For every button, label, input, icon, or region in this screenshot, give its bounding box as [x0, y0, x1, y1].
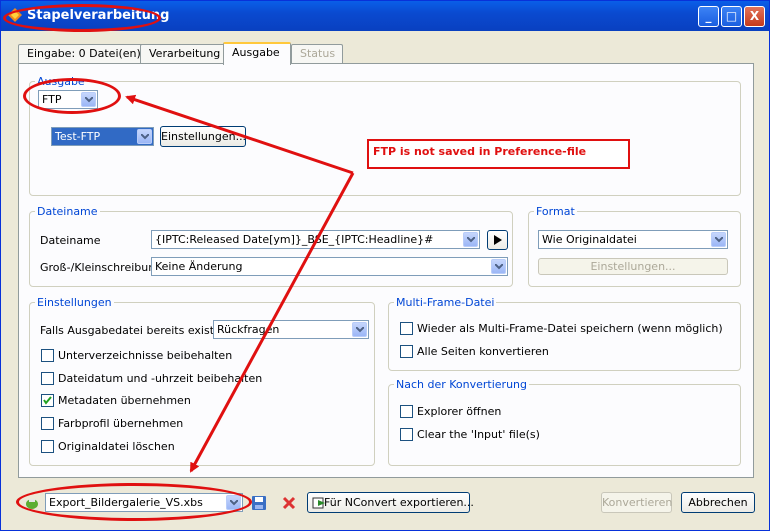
einstellungen-group-label: Einstellungen	[35, 296, 114, 309]
keep-date-label: Dateidatum und -uhrzeit beibehalten	[58, 372, 263, 385]
nconvert-export-button[interactable]: Für NConvert exportieren...	[307, 492, 474, 513]
post-conversion-group	[388, 384, 741, 466]
open-explorer-label: Explorer öffnen	[417, 405, 502, 418]
ftp-profile-select[interactable]: Test-FTP	[51, 127, 154, 146]
clear-input-checkbox[interactable]	[400, 428, 413, 441]
minimize-button[interactable]: _	[698, 6, 719, 27]
delete-original-checkbox[interactable]	[41, 440, 54, 453]
chevron-down-icon	[137, 129, 152, 144]
keep-metadata-label: Metadaten übernehmen	[58, 394, 191, 407]
keep-profile-checkbox[interactable]	[41, 417, 54, 430]
batch-window: Stapelverarbeitung _ □ X Eingabe: 0 Date…	[0, 0, 770, 531]
app-icon	[8, 8, 22, 22]
script-icon	[26, 499, 38, 509]
cancel-button[interactable]: Abbrechen	[681, 492, 755, 513]
chevron-down-icon	[463, 232, 478, 247]
dateiname-group-label: Dateiname	[35, 205, 100, 218]
case-label: Groß-/Kleinschreibung	[40, 261, 163, 274]
checkmark-icon	[43, 396, 52, 405]
ftp-settings-button[interactable]: Einstellungen...	[160, 126, 246, 147]
format-group	[528, 211, 741, 287]
insert-token-button[interactable]	[487, 230, 508, 250]
output-type-select[interactable]: FTP	[38, 90, 98, 109]
delete-icon[interactable]	[282, 496, 296, 510]
convert-button[interactable]: Konvertieren	[601, 492, 672, 513]
maximize-button[interactable]: □	[721, 6, 742, 27]
keep-subdirs-checkbox[interactable]	[41, 349, 54, 362]
case-select[interactable]: Keine Änderung	[151, 257, 508, 276]
save-icon[interactable]	[251, 495, 267, 511]
keep-profile-label: Farbprofil übernehmen	[58, 417, 184, 430]
chevron-down-icon	[352, 322, 367, 337]
tab-eingabe[interactable]: Eingabe: 0 Datei(en)	[18, 44, 150, 63]
keep-metadata-checkbox[interactable]	[41, 394, 54, 407]
keep-subdirs-label: Unterverzeichnisse beibehalten	[58, 349, 233, 362]
chevron-down-icon	[491, 259, 506, 274]
format-settings-button[interactable]: Einstellungen...	[538, 258, 728, 275]
clear-input-label: Clear the 'Input' file(s)	[417, 428, 540, 441]
tab-verarbeitung[interactable]: Verarbeitung	[140, 44, 230, 63]
export-icon	[312, 497, 325, 509]
title-bar[interactable]: Stapelverarbeitung _ □ X	[1, 1, 769, 31]
file-exists-label: Falls Ausgabedatei bereits existiert	[40, 324, 233, 337]
window-title: Stapelverarbeitung	[27, 8, 170, 23]
post-conversion-group-label: Nach der Konvertierung	[394, 378, 530, 391]
open-explorer-checkbox[interactable]	[400, 405, 413, 418]
format-group-label: Format	[534, 205, 577, 218]
chevron-down-icon	[81, 92, 96, 107]
save-multiframe-checkbox[interactable]	[400, 322, 413, 335]
file-exists-select[interactable]: Rückfragen	[213, 320, 369, 339]
script-select[interactable]: Export_Bildergalerie_VS.xbs	[45, 493, 243, 512]
format-select[interactable]: Wie Originaldatei	[538, 230, 728, 249]
all-pages-checkbox[interactable]	[400, 345, 413, 358]
close-button[interactable]: X	[744, 6, 765, 27]
all-pages-label: Alle Seiten konvertieren	[417, 345, 549, 358]
multiframe-group-label: Multi-Frame-Datei	[394, 296, 497, 309]
tab-ausgabe[interactable]: Ausgabe	[223, 42, 291, 65]
ausgabe-group-label: Ausgabe	[35, 75, 87, 88]
filename-label: Dateiname	[40, 234, 101, 247]
keep-date-checkbox[interactable]	[41, 372, 54, 385]
multiframe-group	[388, 302, 741, 371]
filename-pattern-select[interactable]: {IPTC:Released Date[ym]}_BSE_{IPTC:Headl…	[151, 230, 480, 249]
tab-status[interactable]: Status	[291, 44, 343, 63]
save-multiframe-label: Wieder als Multi-Frame-Datei speichern (…	[417, 322, 723, 335]
delete-original-label: Originaldatei löschen	[58, 440, 175, 453]
annotation-note: FTP is not saved in Preference-file	[367, 139, 630, 169]
chevron-down-icon	[711, 232, 726, 247]
chevron-down-icon	[226, 495, 241, 510]
play-arrow-icon	[493, 235, 502, 245]
